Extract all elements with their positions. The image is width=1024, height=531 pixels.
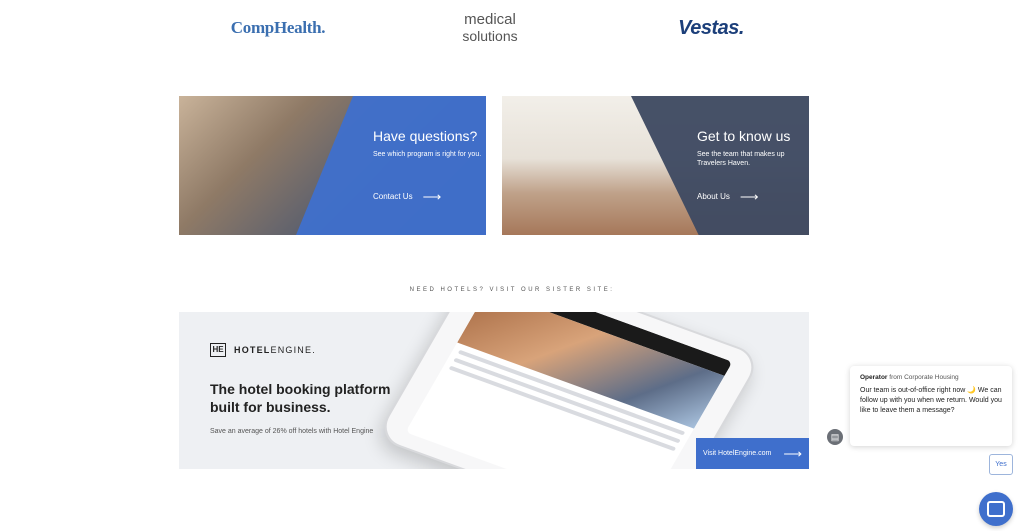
vestas-logo: Vestas. [666,14,756,42]
arrow-right-icon: ⟶ [422,188,442,204]
hotel-engine-logo: HE HOTELENGINE. [210,343,316,357]
hotel-engine-banner[interactable]: HE HOTELENGINE. The hotel booking platfo… [179,312,809,469]
arrow-right-icon: ⟶ [739,188,759,204]
about-us-link[interactable]: About Us ⟶ [697,188,759,204]
chat-message-bubble: Operator from Corporate Housing Our team… [850,366,1012,446]
yes-reply-button[interactable]: Yes [989,454,1013,475]
have-questions-card[interactable]: Have questions? See which program is rig… [179,96,486,235]
have-questions-text: Have questions? See which program is rig… [373,128,483,159]
visit-hotelengine-button[interactable]: Visit HotelEngine.com ⟶ [696,438,809,469]
vestas-logo-text: Vestas. [678,16,744,39]
medical-solutions-logo: medical solutions [440,10,540,46]
comphealth-logo: CompHealth. [230,14,326,42]
card-description: See the team that makes up Travelers Hav… [697,151,785,167]
chat-icon [987,501,1005,517]
arrow-right-icon: ⟶ [783,445,802,461]
contact-us-label: Contact Us [373,192,413,201]
card-title: Get to know us [697,128,791,144]
chat-sender: Operator from Corporate Housing [860,374,1002,381]
card-description: See which program is right for you. [373,151,482,158]
comphealth-logo-text: CompHealth. [230,18,326,37]
card-title: Have questions? [373,128,478,144]
chat-avatar-icon: ▤ [827,429,843,445]
chat-message: Our team is out-of-office right now 🌙 We… [860,387,1002,414]
chat-operator: Operator [860,374,888,381]
contact-us-link[interactable]: Contact Us ⟶ [373,188,442,204]
chat-from-text: from Corporate Housing [889,374,959,381]
chat-launcher-button[interactable] [979,492,1013,526]
get-to-know-us-card[interactable]: Get to know us See the team that makes u… [502,96,809,235]
banner-title: The hotel booking platform built for bus… [210,381,391,415]
wordmark-rest: ENGINE. [270,345,316,355]
banner-subtitle: Save an average of 26% off hotels with H… [210,428,374,435]
get-to-know-us-text: Get to know us See the team that makes u… [697,128,807,168]
visit-button-label: Visit HotelEngine.com [703,450,772,457]
wordmark-bold: HOTEL [234,345,271,355]
medical-logo-line1: medical [464,11,516,28]
sister-site-label: NEED HOTELS? VISIT OUR SISTER SITE: [409,287,615,293]
about-us-label: About Us [697,192,730,201]
hotel-engine-wordmark: HOTELENGINE. [234,345,316,355]
hotel-engine-mark-icon: HE [210,343,226,357]
medical-logo-line2: solutions [462,28,518,44]
